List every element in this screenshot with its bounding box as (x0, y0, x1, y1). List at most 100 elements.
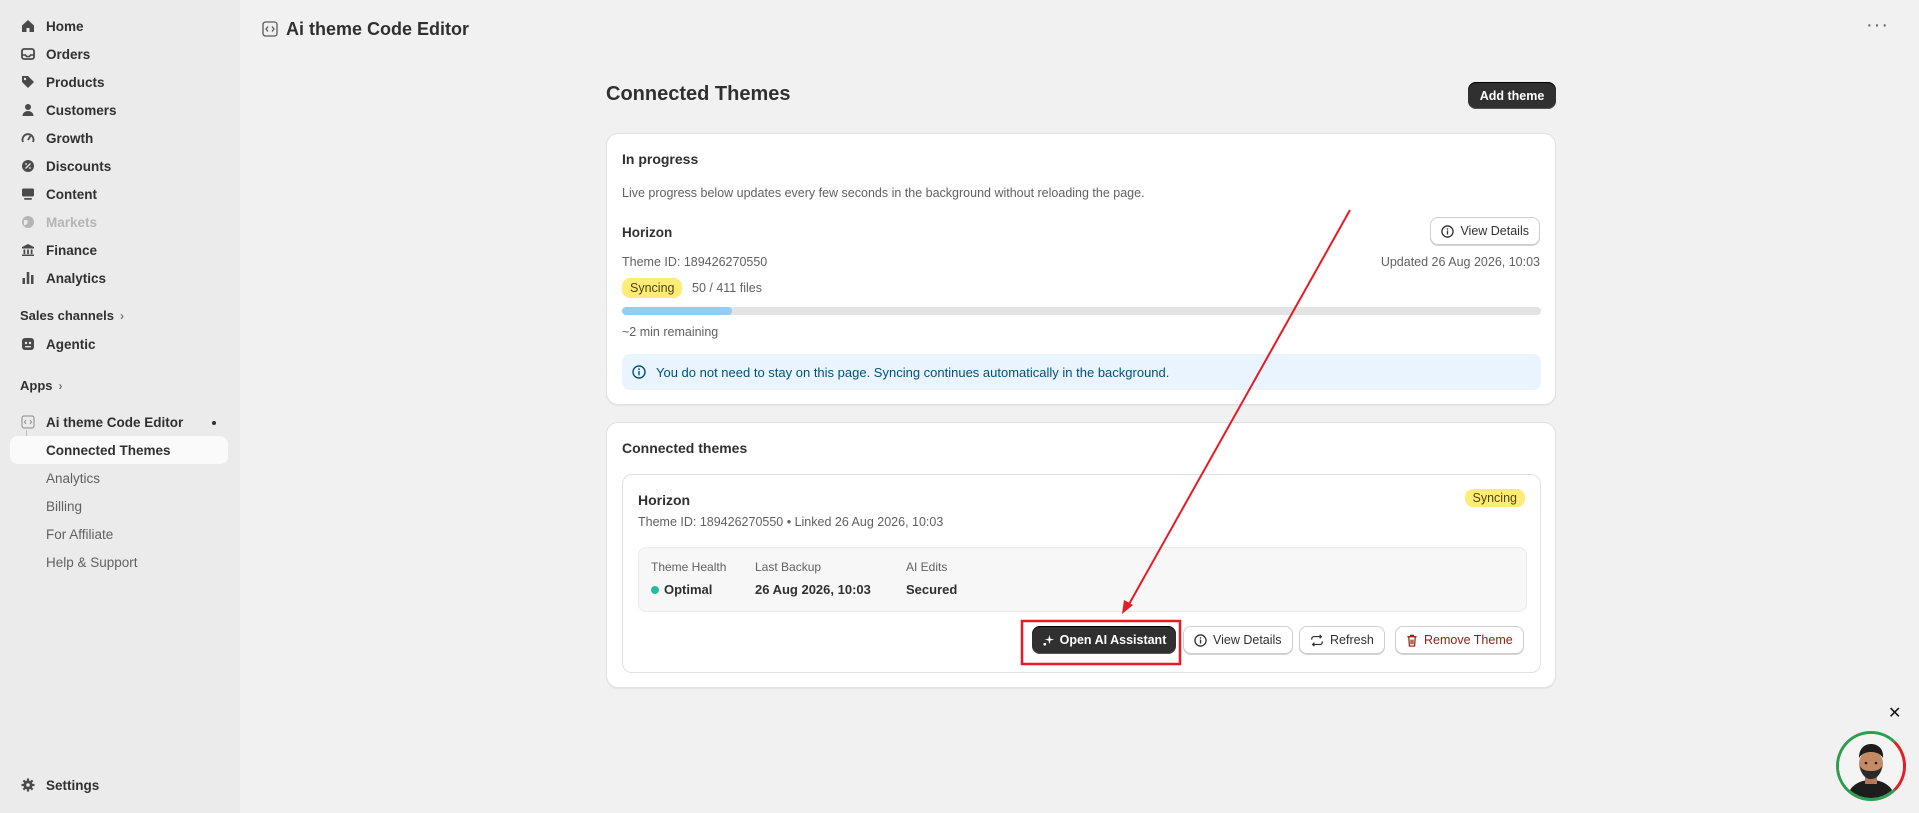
sidebar-subitem-label: Billing (46, 498, 83, 514)
tag-icon (20, 74, 36, 90)
refresh-icon (1310, 633, 1324, 647)
sidebar-item-app[interactable]: Ai theme Code Editor (10, 408, 228, 436)
sidebar: Home Orders Products Customers Growth Di… (0, 0, 240, 813)
bank-icon (20, 242, 36, 258)
sidebar-subitem-affiliate[interactable]: For Affiliate (10, 520, 228, 548)
sidebar-subitem-label: Connected Themes (46, 442, 171, 458)
more-options-icon[interactable]: ··· (1866, 14, 1889, 37)
bar-chart-icon (20, 270, 36, 286)
theme-name: Horizon (638, 492, 691, 508)
sales-channels-label: Sales channels (20, 308, 114, 323)
sidebar-item-label: Home (46, 18, 84, 34)
refresh-button[interactable]: Refresh (1299, 626, 1385, 654)
sidebar-item-label: Growth (46, 130, 94, 146)
pin-dot-icon (212, 421, 216, 425)
sidebar-item-label: Analytics (46, 270, 107, 286)
theme-item: Horizon Syncing Theme ID: 189426270550 •… (622, 474, 1541, 673)
annotation-overlay (1020, 209, 1351, 666)
sidebar-item-orders[interactable]: Orders (10, 40, 228, 68)
app-title: Ai theme Code Editor (286, 18, 470, 39)
progress-theme-name: Horizon (622, 225, 673, 240)
stat-value: Secured (906, 582, 958, 597)
sidebar-item-finance[interactable]: Finance (10, 236, 228, 264)
info-banner-text: You do not need to stay on this page. Sy… (656, 364, 1170, 380)
status-badge: Syncing (622, 278, 683, 298)
sparkle-icon (1042, 634, 1055, 647)
files-progress: 50 / 411 files (692, 281, 762, 295)
progress-bar (622, 307, 1541, 315)
trash-icon (1406, 634, 1418, 647)
agentic-icon (20, 336, 36, 352)
progress-card: In progress Live progress below updates … (606, 133, 1556, 405)
sidebar-item-label: Finance (46, 242, 98, 258)
apps-heading[interactable]: Apps › (20, 378, 63, 393)
app-header: Ai theme Code Editor (240, 0, 1919, 58)
info-icon (1194, 633, 1207, 647)
theme-meta: Theme ID: 189426270550 • Linked 26 Aug 2… (638, 515, 944, 529)
sidebar-item-markets[interactable]: Markets (10, 208, 228, 236)
sidebar-item-discounts[interactable]: Discounts (10, 152, 228, 180)
apps-label: Apps (20, 378, 53, 393)
view-details-button[interactable]: View Details (1430, 217, 1540, 245)
sidebar-item-products[interactable]: Products (10, 68, 228, 96)
stat-label: Theme Health (651, 560, 727, 574)
chat-avatar[interactable] (1836, 731, 1906, 801)
connected-themes-title: Connected themes (622, 440, 748, 456)
sidebar-item-agentic[interactable]: Agentic (10, 330, 228, 358)
sales-channels-heading[interactable]: Sales channels › (20, 308, 124, 323)
sidebar-item-label: Ai theme Code Editor (46, 414, 184, 430)
sidebar-subitem-billing[interactable]: Billing (10, 492, 228, 520)
sidebar-subitem-label: Analytics (46, 470, 101, 486)
globe-icon (20, 214, 36, 230)
progress-theme-id: Theme ID: 189426270550 (622, 255, 768, 269)
sidebar-item-label: Agentic (46, 336, 96, 352)
sidebar-item-label: Orders (46, 46, 91, 62)
chevron-right-icon: › (119, 308, 124, 323)
discount-icon (20, 158, 36, 174)
sidebar-item-label: Content (46, 186, 97, 202)
sidebar-item-label: Markets (46, 214, 98, 230)
progress-bar-fill (622, 307, 733, 315)
sidebar-item-customers[interactable]: Customers (10, 96, 228, 124)
remove-theme-button[interactable]: Remove Theme (1395, 626, 1524, 654)
sidebar-item-label: Customers (46, 102, 117, 118)
gauge-icon (20, 130, 36, 146)
view-details-button[interactable]: View Details (1183, 626, 1293, 654)
avatar-face-icon (1839, 734, 1903, 798)
sidebar-subitem-connected-themes[interactable]: Connected Themes (10, 436, 228, 464)
sidebar-subitem-label: Help & Support (46, 554, 138, 570)
info-icon (1441, 224, 1455, 238)
stat-label: AI Edits (906, 560, 948, 574)
add-theme-button[interactable]: Add theme (1468, 82, 1556, 109)
remove-theme-label: Remove Theme (1424, 633, 1513, 647)
stat-value: Optimal (664, 582, 713, 597)
status-dot-icon (651, 585, 659, 594)
open-ai-assistant-button[interactable]: Open AI Assistant (1032, 626, 1176, 654)
stat-value: 26 Aug 2026, 10:03 (755, 582, 871, 597)
sidebar-subitem-help[interactable]: Help & Support (10, 548, 228, 576)
status-badge: Syncing (1464, 489, 1525, 507)
info-icon (632, 365, 646, 379)
view-details-label: View Details (1460, 224, 1529, 238)
stat-label: Last Backup (755, 560, 822, 574)
sidebar-item-content[interactable]: Content (10, 180, 228, 208)
sidebar-item-label: Settings (46, 777, 100, 793)
sidebar-item-growth[interactable]: Growth (10, 124, 228, 152)
sidebar-item-analytics[interactable]: Analytics (10, 264, 228, 292)
refresh-label: Refresh (1330, 633, 1374, 647)
code-icon (262, 21, 278, 37)
progress-updated: Updated 26 Aug 2026, 10:03 (1380, 255, 1540, 269)
sidebar-item-label: Products (46, 74, 105, 90)
sidebar-item-home[interactable]: Home (10, 12, 228, 40)
sidebar-subitem-analytics[interactable]: Analytics (10, 464, 228, 492)
home-icon (20, 18, 36, 34)
connected-themes-card: Connected themes Horizon Syncing Theme I… (606, 422, 1556, 688)
close-icon[interactable]: ✕ (1888, 706, 1901, 722)
sidebar-item-settings[interactable]: Settings (10, 771, 228, 799)
open-ai-assistant-label: Open AI Assistant (1059, 633, 1167, 647)
chevron-right-icon: › (58, 378, 63, 393)
theme-stats: Theme Health Optimal Last Backup 26 Aug … (638, 547, 1527, 612)
view-details-label: View Details (1213, 633, 1282, 647)
progress-card-title: In progress (622, 151, 699, 167)
inbox-icon (20, 46, 36, 62)
